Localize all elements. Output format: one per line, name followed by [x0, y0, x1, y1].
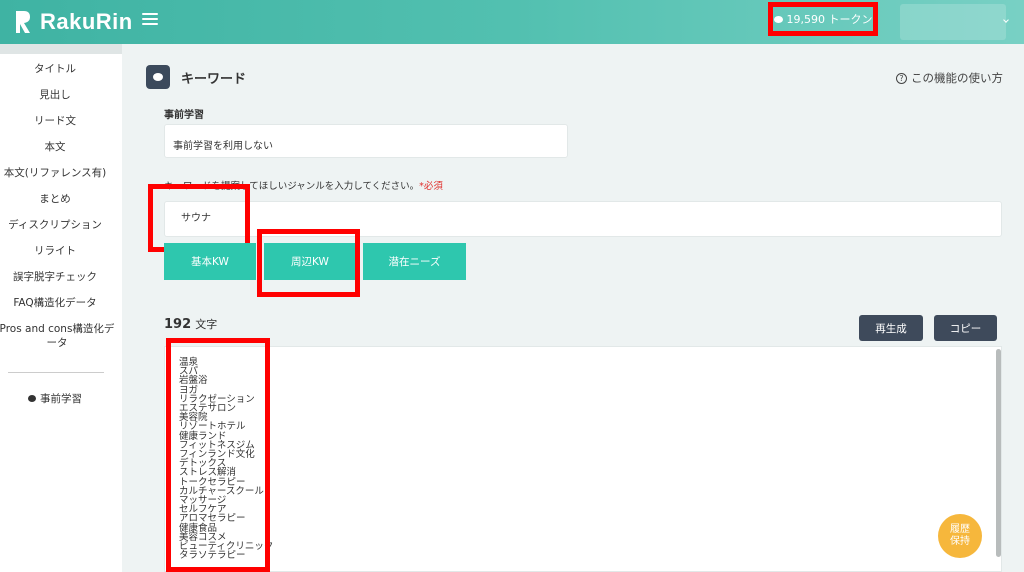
sidebar-item-faq[interactable]: FAQ構造化データ — [0, 296, 110, 310]
copy-button[interactable]: コピー — [934, 315, 997, 341]
token-balance-text: 19,590 トークン — [786, 13, 873, 26]
history-label-1: 履歴 — [950, 524, 970, 535]
logo-r-icon — [16, 11, 30, 33]
sidebar-item-headings[interactable]: 見出し — [0, 88, 110, 102]
prelearn-select[interactable]: 事前学習を利用しない — [164, 124, 568, 158]
sidebar-item-rewrite[interactable]: リライト — [0, 244, 110, 258]
user-menu[interactable] — [900, 4, 1006, 40]
keyword-chat-icon — [146, 65, 170, 89]
top-header: RakuRin 19,590 トークン — [0, 0, 1024, 44]
output-textarea[interactable] — [164, 346, 1002, 572]
output-scrollbar[interactable] — [996, 349, 1001, 557]
chat-bubble-icon — [773, 15, 783, 23]
char-count: 192 文字 — [164, 316, 217, 332]
sidebar-item-body[interactable]: 本文 — [0, 140, 110, 154]
sidebar-top-strip — [0, 44, 122, 54]
required-mark: *必須 — [419, 181, 443, 192]
help-link[interactable]: ? この機能の使い方 — [896, 70, 1003, 86]
tab-latent-needs[interactable]: 潜在ニーズ — [363, 243, 466, 280]
sidebar-divider — [8, 372, 104, 373]
char-count-unit: 文字 — [195, 318, 218, 331]
sidebar-item-prelearn-label: 事前学習 — [40, 393, 82, 405]
sidebar-item-title[interactable]: タイトル — [0, 62, 110, 76]
regenerate-button[interactable]: 再生成 — [859, 315, 923, 341]
sidebar: タイトル 見出し リード文 本文 本文(リファレンス有) まとめ ディスクリプシ… — [0, 44, 122, 572]
page-title: キーワード — [181, 72, 247, 87]
char-count-number: 192 — [164, 317, 192, 332]
sidebar-item-description[interactable]: ディスクリプション — [0, 218, 110, 232]
help-link-text: この機能の使い方 — [911, 71, 1003, 85]
sidebar-item-prelearn[interactable]: 事前学習 — [0, 391, 110, 406]
tab-basic-kw[interactable]: 基本KW — [164, 243, 256, 280]
token-balance: 19,590 トークン — [768, 2, 878, 36]
brand-logo[interactable]: RakuRin — [14, 7, 133, 37]
prelearn-label: 事前学習 — [164, 110, 204, 121]
highlight-box-list — [166, 338, 270, 572]
sidebar-item-pros-cons[interactable]: Pros and cons構造化データ — [0, 322, 116, 350]
highlight-box-tab — [257, 229, 360, 297]
history-keep-button[interactable]: 履歴 保持 — [938, 514, 982, 558]
sidebar-item-typo-check[interactable]: 誤字脱字チェック — [0, 270, 110, 284]
chat-bubble-icon — [28, 395, 36, 402]
menu-icon[interactable] — [142, 13, 158, 27]
highlight-box-genre — [148, 184, 250, 252]
sidebar-item-lead[interactable]: リード文 — [0, 114, 110, 128]
sidebar-item-summary[interactable]: まとめ — [0, 192, 110, 206]
history-label-2: 保持 — [950, 536, 970, 547]
question-icon: ? — [896, 72, 907, 84]
brand-name: RakuRin — [40, 9, 133, 34]
sidebar-item-body-reference[interactable]: 本文(リファレンス有) — [0, 166, 110, 180]
